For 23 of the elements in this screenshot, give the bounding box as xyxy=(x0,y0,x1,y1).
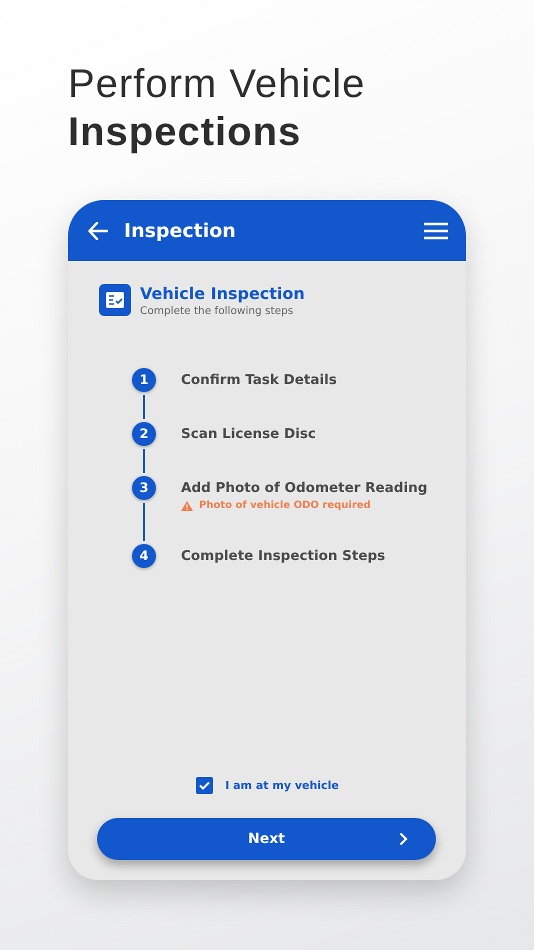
step-label[interactable]: Complete Inspection Steps xyxy=(181,547,386,565)
headline: Perform Vehicle xyxy=(68,61,366,108)
back-arrow-icon[interactable] xyxy=(88,222,108,240)
step-label[interactable]: Scan License Disc xyxy=(181,425,316,443)
screen-title: Inspection xyxy=(124,220,237,242)
menu-icon[interactable] xyxy=(424,222,448,240)
checkbox[interactable] xyxy=(196,777,214,794)
check-icon xyxy=(199,781,210,790)
checklist-icon xyxy=(99,284,131,316)
section-title: Vehicle Inspection xyxy=(140,284,305,304)
headline: Inspections xyxy=(68,109,302,156)
step-label[interactable]: Confirm Task Details xyxy=(181,371,337,389)
chevron-icon xyxy=(399,832,408,846)
next-button[interactable]: Next xyxy=(97,818,436,860)
step-label[interactable]: Add Photo of Odometer Reading xyxy=(181,479,428,497)
section-subtitle: Complete the following steps xyxy=(140,304,294,318)
step-number: 4 xyxy=(132,544,156,568)
step-number: 3 xyxy=(132,476,156,500)
warning-text: Photo of vehicle ODO required xyxy=(199,500,371,511)
checkbox-label[interactable]: I am at my vehicle xyxy=(225,779,339,792)
step-number: 1 xyxy=(132,368,156,392)
warning-icon xyxy=(181,500,193,510)
step-number: 2 xyxy=(132,422,156,446)
